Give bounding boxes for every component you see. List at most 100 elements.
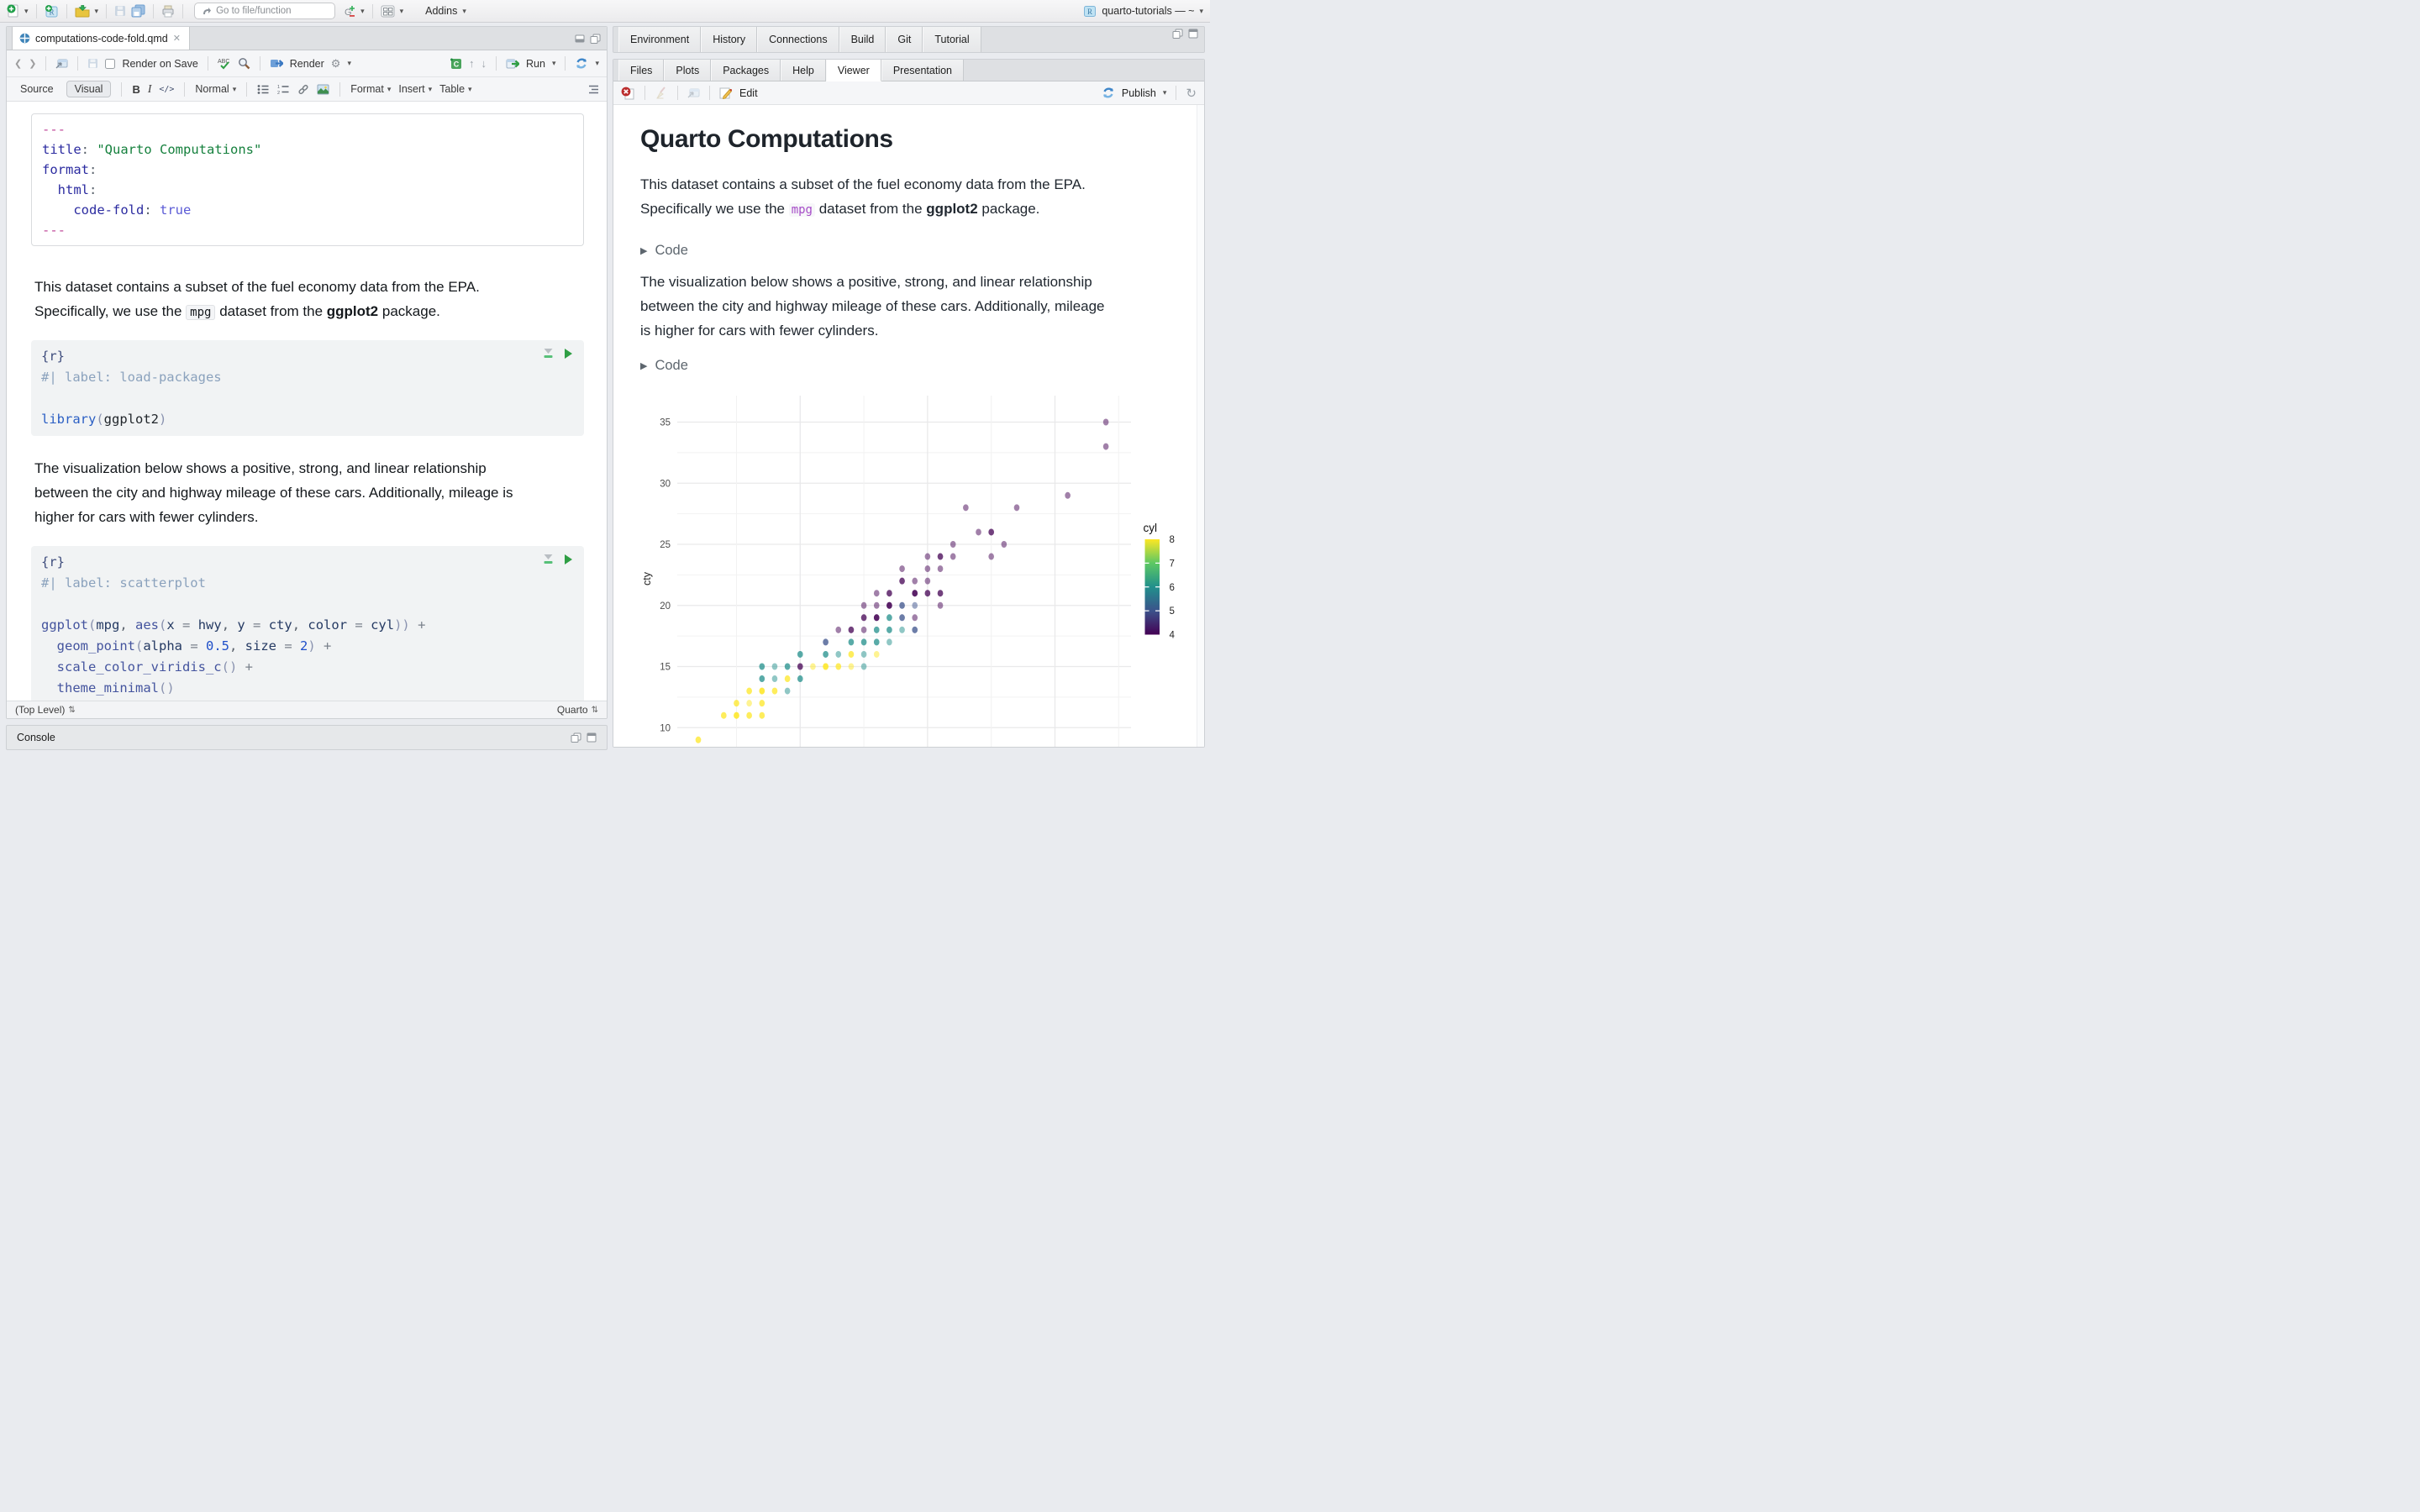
run-menu-caret[interactable]: ▾ — [552, 60, 556, 67]
close-tab-icon[interactable]: ✕ — [173, 33, 181, 44]
refresh-icon[interactable]: ↻ — [1186, 86, 1197, 101]
yaml-front-matter[interactable]: --- title: "Quarto Computations" format: h… — [31, 113, 584, 246]
tab-history[interactable]: History — [701, 27, 758, 52]
spellcheck-icon[interactable]: ABC — [218, 57, 231, 70]
format-menu[interactable]: Format ▾ — [350, 83, 391, 95]
restore-pane-icon[interactable] — [1172, 29, 1183, 39]
gear-icon[interactable]: ⚙ — [331, 57, 341, 71]
restore-pane-icon[interactable] — [571, 732, 581, 743]
table-menu[interactable]: Table ▾ — [439, 83, 471, 95]
visual-mode-button[interactable]: Visual — [66, 81, 112, 97]
file-type-selector[interactable]: Quarto — [557, 704, 588, 716]
tab-tutorial[interactable]: Tutorial — [923, 27, 981, 52]
open-file-menu-caret[interactable]: ▾ — [95, 7, 99, 15]
edit-button-label[interactable]: Edit — [739, 87, 758, 99]
render-on-save-checkbox[interactable] — [105, 58, 116, 69]
editor-paragraph-1[interactable]: This dataset contains a subset of the fu… — [34, 275, 573, 325]
search-icon[interactable] — [238, 57, 250, 70]
save-icon[interactable] — [114, 5, 126, 17]
panes-layout-icon[interactable] — [381, 5, 395, 18]
tab-connections[interactable]: Connections — [757, 27, 839, 52]
code-chunk-scatterplot[interactable]: {r} #| label: scatterplot ggplot(mpg, aes(… — [31, 546, 584, 701]
paragraph-style-dropdown[interactable]: Normal ▾ — [195, 83, 236, 95]
forward-icon[interactable]: ❯ — [29, 58, 36, 69]
tab-packages[interactable]: Packages — [711, 60, 781, 81]
render-icon[interactable] — [270, 58, 283, 69]
tab-plots[interactable]: Plots — [664, 60, 712, 81]
source-editor-pane: computations-code-fold.qmd ✕ ❮ ❯ Render … — [6, 26, 608, 719]
go-next-chunk-icon[interactable]: ↓ — [481, 57, 487, 70]
render-button-label[interactable]: Render — [290, 58, 324, 70]
render-options-caret[interactable]: ▾ — [347, 60, 351, 67]
back-icon[interactable]: ❮ — [14, 58, 22, 69]
run-button-label[interactable]: Run — [526, 58, 545, 70]
go-prev-chunk-icon[interactable]: ↑ — [469, 57, 475, 70]
code-fold-toggle-1[interactable]: ▶ Code — [640, 243, 1204, 259]
publish-icon[interactable] — [1102, 87, 1115, 99]
console-title[interactable]: Console — [17, 732, 55, 743]
new-file-menu-caret[interactable]: ▾ — [24, 7, 29, 15]
panes-menu-caret[interactable]: ▾ — [400, 7, 404, 15]
addins-caret[interactable]: ▾ — [462, 7, 466, 15]
publish-button-label[interactable]: Publish — [1122, 87, 1156, 99]
tab-help[interactable]: Help — [781, 60, 826, 81]
outline-toggle-icon[interactable] — [587, 85, 598, 94]
maximize-pane-icon[interactable] — [590, 34, 601, 44]
file-type-sort-icon[interactable]: ⇅ — [592, 706, 598, 715]
open-file-icon[interactable] — [75, 4, 90, 18]
project-menu-button[interactable]: quarto-tutorials — ~ — [1102, 5, 1194, 17]
git-menu-caret[interactable]: ▾ — [360, 7, 365, 15]
goto-file-input[interactable]: Go to file/function — [194, 3, 336, 19]
scope-sort-icon[interactable]: ⇅ — [68, 706, 75, 715]
run-chunks-above-icon[interactable] — [543, 348, 554, 359]
code-format-button[interactable]: </> — [159, 85, 174, 94]
save-all-icon[interactable] — [131, 4, 145, 18]
code-chunk-load-packages[interactable]: {r} #| label: load-packages library(ggplot… — [31, 340, 584, 436]
run-icon[interactable] — [506, 58, 519, 70]
save-icon[interactable] — [87, 58, 98, 69]
numbered-list-icon[interactable]: 12 — [277, 84, 290, 94]
link-icon[interactable] — [297, 84, 309, 95]
clear-viewer-broom-icon[interactable] — [655, 87, 668, 99]
image-icon[interactable] — [317, 84, 329, 95]
maximize-pane-icon[interactable] — [1188, 29, 1198, 39]
print-icon[interactable] — [161, 5, 175, 18]
new-project-icon[interactable]: R — [45, 4, 59, 18]
minimize-pane-icon[interactable] — [575, 34, 585, 43]
document-editor[interactable]: --- title: "Quarto Computations" format: h… — [7, 102, 607, 701]
source-menu-caret[interactable]: ▾ — [595, 60, 599, 67]
tab-git[interactable]: Git — [886, 27, 923, 52]
tab-files[interactable]: Files — [618, 60, 665, 81]
open-in-browser-icon[interactable] — [687, 87, 700, 98]
tab-viewer[interactable]: Viewer — [825, 60, 881, 81]
stop-viewer-icon[interactable] — [621, 87, 635, 100]
bullet-list-icon[interactable] — [257, 84, 270, 94]
outline-scope-selector[interactable]: (Top Level) — [15, 704, 65, 716]
source-mode-button[interactable]: Source — [15, 81, 59, 97]
divider — [371, 3, 373, 18]
git-diff-icon[interactable]: G — [344, 4, 355, 18]
open-in-window-icon[interactable] — [55, 58, 68, 69]
project-menu-caret[interactable]: ▾ — [1199, 7, 1203, 15]
tab-presentation[interactable]: Presentation — [881, 60, 964, 81]
tab-environment[interactable]: Environment — [618, 27, 702, 52]
addins-button[interactable]: Addins — [425, 5, 457, 17]
maximize-pane-icon[interactable] — [587, 732, 597, 743]
source-button-icon[interactable] — [575, 57, 588, 70]
new-file-icon[interactable] — [7, 4, 19, 18]
tab-build[interactable]: Build — [839, 27, 886, 52]
run-chunks-above-icon[interactable] — [543, 554, 554, 564]
code-fold-toggle-2[interactable]: ▶ Code — [640, 358, 1204, 374]
bold-button[interactable]: B — [132, 83, 139, 96]
viewer-toolbar: Edit Publish ▾ ↻ — [613, 81, 1204, 105]
viewer-scrollbar[interactable] — [1197, 105, 1204, 747]
italic-button[interactable]: I — [148, 82, 152, 96]
publish-menu-caret[interactable]: ▾ — [1163, 89, 1167, 97]
editor-tab[interactable]: computations-code-fold.qmd ✕ — [12, 27, 190, 50]
run-chunk-icon[interactable] — [565, 348, 572, 359]
edit-icon[interactable] — [719, 87, 733, 99]
editor-paragraph-2[interactable]: The visualization below shows a positive… — [34, 456, 573, 529]
insert-menu[interactable]: Insert ▾ — [398, 83, 432, 95]
run-chunk-icon[interactable] — [565, 554, 572, 564]
insert-chunk-icon[interactable]: C — [449, 57, 462, 70]
